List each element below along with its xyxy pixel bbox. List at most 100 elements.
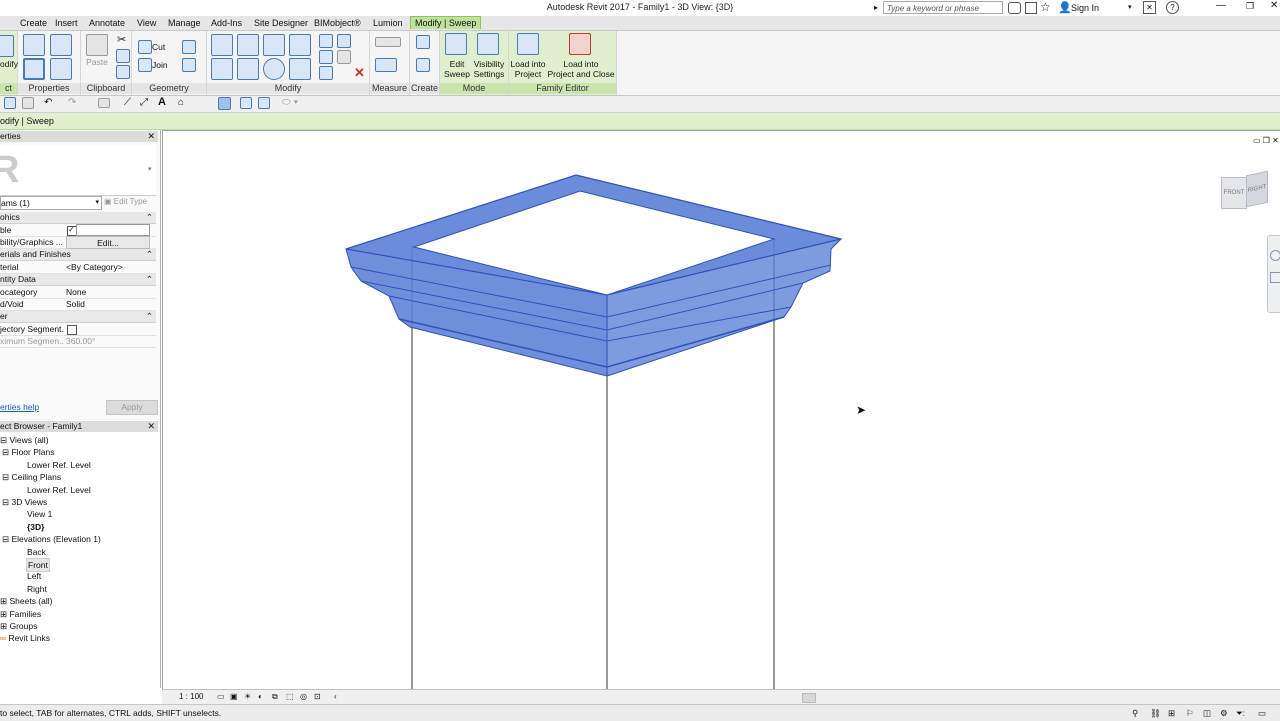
undo-icon[interactable]: ↶ [44, 97, 52, 108]
temp-hide-icon[interactable]: ◎ [300, 690, 307, 704]
close-icon[interactable]: ✕ [147, 131, 155, 142]
edit-type-button[interactable]: ▣ Edit Type [104, 196, 156, 208]
user-icon[interactable]: 👤 [1058, 1, 1072, 14]
offset-icon[interactable] [237, 34, 259, 56]
tree-item[interactable]: Lower Ref. Level [27, 484, 91, 496]
tree-item[interactable]: ⊞ Families [0, 608, 41, 620]
create-group-icon[interactable] [416, 58, 430, 72]
edit-sweep-button[interactable]: Edit Sweep [442, 59, 472, 79]
family-types-icon[interactable] [50, 58, 72, 80]
show-crop-icon[interactable]: ⬚ [286, 690, 294, 704]
modify-cursor-icon[interactable] [0, 35, 14, 57]
tab-create[interactable]: Create [16, 17, 51, 29]
close-button[interactable]: ✕ [1270, 0, 1278, 11]
material-value[interactable]: <By Category> [66, 261, 148, 273]
group-materials[interactable]: erials and Finishes ⌃ [0, 249, 156, 261]
tree-item[interactable]: ∞ Revit Links [0, 632, 50, 644]
tree-item[interactable]: ⊟ Ceiling Plans [2, 471, 61, 483]
exchange-icon[interactable]: ✕ [1143, 1, 1156, 14]
select-links-icon[interactable]: ⛓ [1150, 705, 1161, 721]
switch-windows-icon[interactable] [258, 97, 270, 109]
tab-bimobject[interactable]: BIMobject® [310, 17, 365, 29]
measure-icon[interactable]: ⟋ [124, 97, 131, 108]
tree-item[interactable]: ⊟ 3D Views [2, 496, 47, 508]
tree-item[interactable]: View 1 [27, 508, 52, 520]
filter-icon[interactable]: ⏷: [1236, 705, 1245, 721]
copy-icon[interactable] [116, 49, 130, 63]
sweep-model[interactable] [163, 131, 1280, 689]
join-geometry-icon[interactable] [138, 58, 152, 72]
group-graphics[interactable]: ohics ⌃ [0, 212, 156, 224]
drag-elements-icon[interactable]: ⚙ [1220, 705, 1228, 721]
tab-insert[interactable]: Insert [51, 17, 82, 29]
tab-manage[interactable]: Manage [164, 17, 205, 29]
load-and-close-button[interactable]: Load into Project and Close [547, 59, 615, 79]
tree-item[interactable]: Right [27, 583, 47, 595]
close-hidden-icon[interactable] [240, 97, 252, 109]
help-button[interactable]: ? [1166, 1, 1179, 14]
array-icon[interactable] [319, 50, 333, 64]
collapse-icon[interactable]: ⌃ [146, 311, 153, 322]
tab-view[interactable]: View [133, 17, 160, 29]
scissors-icon[interactable]: ✂ [117, 33, 126, 46]
solid-void-value[interactable]: Solid [66, 298, 148, 310]
tree-item[interactable]: ⊟ Floor Plans [2, 446, 54, 458]
star-icon[interactable]: ☆ [1040, 0, 1051, 14]
collapse-icon[interactable]: ⌃ [146, 274, 153, 285]
tree-item[interactable]: ⊞ Sheets (all) [0, 595, 52, 607]
subscription-icon[interactable] [1025, 2, 1037, 14]
trim-icon[interactable] [289, 58, 311, 80]
rotate-icon[interactable] [263, 58, 285, 80]
split-gap-icon[interactable] [337, 34, 351, 48]
load-and-close-icon[interactable] [569, 33, 591, 55]
tree-item[interactable]: Lower Ref. Level [27, 459, 91, 471]
print-icon[interactable] [98, 98, 110, 108]
chevron-down-icon[interactable]: ▾ [1128, 3, 1132, 11]
navigation-bar[interactable] [1267, 235, 1280, 313]
collapse-icon[interactable]: ⌃ [146, 212, 153, 223]
split-icon[interactable] [319, 34, 333, 48]
group-other[interactable]: er ⌃ [0, 311, 156, 323]
minimize-button[interactable]: — [1216, 0, 1226, 11]
trajectory-checkbox[interactable] [67, 325, 77, 335]
crop-view-icon[interactable]: ⧉ [272, 690, 278, 704]
paste-button[interactable]: Paste [85, 57, 109, 67]
tree-item-active-view[interactable]: {3D} [27, 521, 44, 533]
tree-item[interactable]: ⊟ Views (all) [0, 434, 49, 446]
select-underlay-icon[interactable]: ⊞ [1168, 705, 1175, 721]
tree-item[interactable]: Left [27, 570, 41, 582]
select-by-face-icon[interactable]: ◫ [1203, 705, 1211, 721]
binoculars-icon[interactable] [1008, 2, 1021, 14]
visual-style-icon[interactable]: ▣ [230, 690, 238, 704]
visibility-settings-icon[interactable] [477, 33, 499, 55]
pin-icon[interactable] [319, 66, 333, 80]
chevron-down-icon[interactable]: ▾ [148, 165, 152, 173]
tab-annotate[interactable]: Annotate [85, 17, 129, 29]
text-icon[interactable]: A [158, 96, 166, 108]
properties-icon[interactable] [23, 34, 45, 56]
sun-path-icon[interactable]: ☀ [244, 690, 251, 704]
view-canvas[interactable]: FRONT RIGHT ▭ ❐ ✕ ➤ [162, 130, 1280, 689]
reveal-hidden-icon[interactable]: ⊡ [314, 690, 321, 704]
dimension-icon[interactable]: ⤢ [140, 97, 148, 108]
detail-level-icon[interactable]: ▭ [217, 690, 225, 704]
close-icon[interactable]: ✕ [147, 421, 155, 432]
cut-geometry-icon[interactable] [138, 40, 152, 54]
load-into-project-icon[interactable] [517, 33, 539, 55]
tree-item[interactable]: ⊞ Groups [0, 620, 37, 632]
measure-between-icon[interactable] [375, 37, 401, 47]
sign-in-button[interactable]: Sign In [1071, 3, 1099, 13]
save-icon[interactable] [4, 97, 16, 109]
worksharing-icon[interactable]: ⚲ [1132, 705, 1138, 721]
visibility-settings-button[interactable]: Visibility Settings [471, 59, 507, 79]
visible-field[interactable] [76, 224, 150, 236]
tree-item[interactable]: Back [27, 546, 46, 558]
horizontal-scrollbar[interactable] [802, 693, 816, 703]
delete-icon[interactable]: ✕ [354, 65, 365, 81]
redo-icon[interactable]: ↷ [68, 97, 76, 108]
paint-icon[interactable] [182, 58, 196, 72]
apply-button[interactable]: Apply [106, 400, 158, 415]
chevron-left-icon[interactable]: ‹ [334, 690, 337, 704]
viewcube[interactable]: FRONT RIGHT [1221, 170, 1269, 215]
properties-active-icon[interactable] [23, 58, 45, 80]
